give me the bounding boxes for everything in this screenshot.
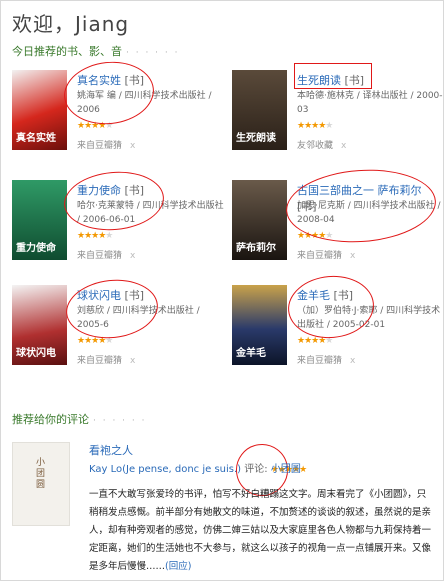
review-byline: Kay Lo(Je pense, donc je suis.) 评论: 小团圆 … — [89, 460, 307, 475]
source-label: 来自豆瓣猜 — [297, 356, 343, 366]
book-title[interactable]: 金羊毛 [书] — [297, 287, 353, 303]
review-verb: 评论: — [244, 464, 268, 475]
book-source: 来自豆瓣猜 x — [297, 353, 355, 366]
review-body: 一直不大敢写张爱玲的书评，怕写不好白糟蹋这文字。周末看完了《小团圆》，只稍稍发点… — [89, 486, 434, 576]
book-title-link[interactable]: 真名实姓 — [77, 74, 121, 87]
book-title[interactable]: 生死朗读 [书] — [297, 72, 364, 88]
star-rating: ★★★★★ — [77, 121, 113, 131]
reply-link[interactable]: (回应) — [165, 561, 191, 572]
book-cover-text: 真名实姓 — [16, 133, 56, 144]
book-source: 来自豆瓣猜 x — [297, 248, 355, 261]
star-rating: ★★★★★ — [297, 336, 333, 346]
star-rating: ★★★★★ — [77, 336, 113, 346]
book-meta: 姚海军 编 / 四川科学技术出版社 / 2006 — [77, 91, 212, 115]
book-cover-text: 生死朗读 — [236, 133, 276, 144]
book-cover[interactable]: 萨布莉尔 — [232, 180, 287, 260]
book-cover[interactable]: 真名实姓 — [12, 70, 67, 150]
book-meta: （加）罗伯特·J·索耶 / 四川科学技术出版社 / 2005-02-01 — [297, 306, 441, 330]
dismiss-button[interactable]: x — [130, 251, 135, 261]
section-dots: · · · · · · — [126, 48, 180, 58]
book-title-link[interactable]: 金羊毛 — [297, 289, 330, 302]
book-source: 来自豆瓣猜 x — [77, 138, 135, 151]
book-card: 萨布莉尔 古国三部曲之一 萨布莉尔 [书] 加思·尼克斯 / 四川科学技术出版社… — [232, 180, 442, 280]
review-book-cover[interactable]: 小团圆 — [12, 442, 70, 526]
book-type-tag: [书] — [344, 74, 365, 87]
book-cover[interactable]: 球状闪电 — [12, 285, 67, 365]
book-type-tag: [书] — [124, 289, 145, 302]
review-card: 小团圆 看袍之人 Kay Lo(Je pense, donc je suis.)… — [12, 442, 436, 572]
dismiss-button[interactable]: x — [130, 141, 135, 151]
books-section-title: 今日推荐的书、影、音 — [12, 45, 122, 58]
book-title-link[interactable]: 古国三部曲之一 萨布莉尔 — [297, 184, 422, 197]
book-meta: 本哈德·施林克 / 译林出版社 / 2000-03 — [297, 91, 443, 115]
book-cover[interactable]: 重力使命 — [12, 180, 67, 260]
book-cover-text: 重力使命 — [16, 243, 56, 254]
book-cover-text: 金羊毛 — [236, 348, 266, 359]
review-title[interactable]: 看袍之人 — [89, 442, 133, 458]
section-dots: · · · · · · — [93, 416, 147, 426]
book-title-link[interactable]: 球状闪电 — [77, 289, 121, 302]
book-type-tag: [书] — [333, 289, 354, 302]
star-rating: ★★★★★ — [297, 121, 333, 131]
source-label: 来自豆瓣猜 — [297, 251, 343, 261]
reviews-section-title: 推荐给你的评论 — [12, 413, 89, 426]
book-title-link[interactable]: 生死朗读 — [297, 74, 341, 87]
book-title[interactable]: 重力使命 [书] — [77, 182, 144, 198]
page-title: 欢迎，Jiang — [12, 12, 130, 36]
dismiss-button[interactable]: x — [350, 251, 355, 261]
dismiss-button[interactable]: x — [341, 141, 346, 151]
book-type-tag: [书] — [124, 74, 145, 87]
book-card: 真名实姓 真名实姓 [书] 姚海军 编 / 四川科学技术出版社 / 2006 ★… — [12, 70, 222, 170]
source-label: 友邻收藏 — [297, 141, 334, 151]
book-meta: 刘慈欣 / 四川科学技术出版社 / 2005-6 — [77, 306, 200, 330]
book-source: 友邻收藏 x — [297, 138, 346, 151]
book-source: 来自豆瓣猜 x — [77, 353, 135, 366]
dismiss-button[interactable]: x — [350, 356, 355, 366]
book-source: 来自豆瓣猜 x — [77, 248, 135, 261]
book-card: 金羊毛 金羊毛 [书] （加）罗伯特·J·索耶 / 四川科学技术出版社 / 20… — [232, 285, 442, 385]
book-type-tag: [书] — [124, 184, 145, 197]
book-title[interactable]: 真名实姓 [书] — [77, 72, 144, 88]
book-title-link[interactable]: 重力使命 — [77, 184, 121, 197]
books-section-header: 今日推荐的书、影、音 · · · · · · — [12, 43, 179, 59]
review-cover-text: 小团圆 — [34, 457, 44, 490]
book-card: 重力使命 重力使命 [书] 哈尔·克莱蒙特 / 四川科学技术出版社 / 2006… — [12, 180, 224, 280]
dismiss-button[interactable]: x — [130, 356, 135, 366]
source-label: 来自豆瓣猜 — [77, 356, 123, 366]
book-cover[interactable]: 生死朗读 — [232, 70, 287, 150]
review-text: 一直不大敢写张爱玲的书评，怕写不好白糟蹋这文字。周末看完了《小团圆》，只稍稍发点… — [89, 489, 432, 572]
book-meta: 哈尔·克莱蒙特 / 四川科学技术出版社 / 2006-06-01 — [77, 201, 224, 225]
book-meta: 加思·尼克斯 / 四川科学技术出版社 / 2008-04 — [297, 201, 441, 225]
review-author-link[interactable]: Kay Lo(Je pense, donc je suis.) — [89, 464, 241, 475]
book-cover-text: 球状闪电 — [16, 348, 56, 359]
book-title[interactable]: 球状闪电 [书] — [77, 287, 144, 303]
book-cover[interactable]: 金羊毛 — [232, 285, 287, 365]
reviews-section-header: 推荐给你的评论 · · · · · · — [12, 411, 146, 427]
book-card: 生死朗读 生死朗读 [书] 本哈德·施林克 / 译林出版社 / 2000-03 … — [232, 70, 443, 170]
source-label: 来自豆瓣猜 — [77, 251, 123, 261]
book-cover-text: 萨布莉尔 — [236, 243, 276, 254]
source-label: 来自豆瓣猜 — [77, 141, 123, 151]
star-rating: ★★★★★ — [77, 231, 113, 241]
star-rating: ★★★★★ — [297, 231, 333, 241]
book-card: 球状闪电 球状闪电 [书] 刘慈欣 / 四川科学技术出版社 / 2005-6 ★… — [12, 285, 222, 385]
